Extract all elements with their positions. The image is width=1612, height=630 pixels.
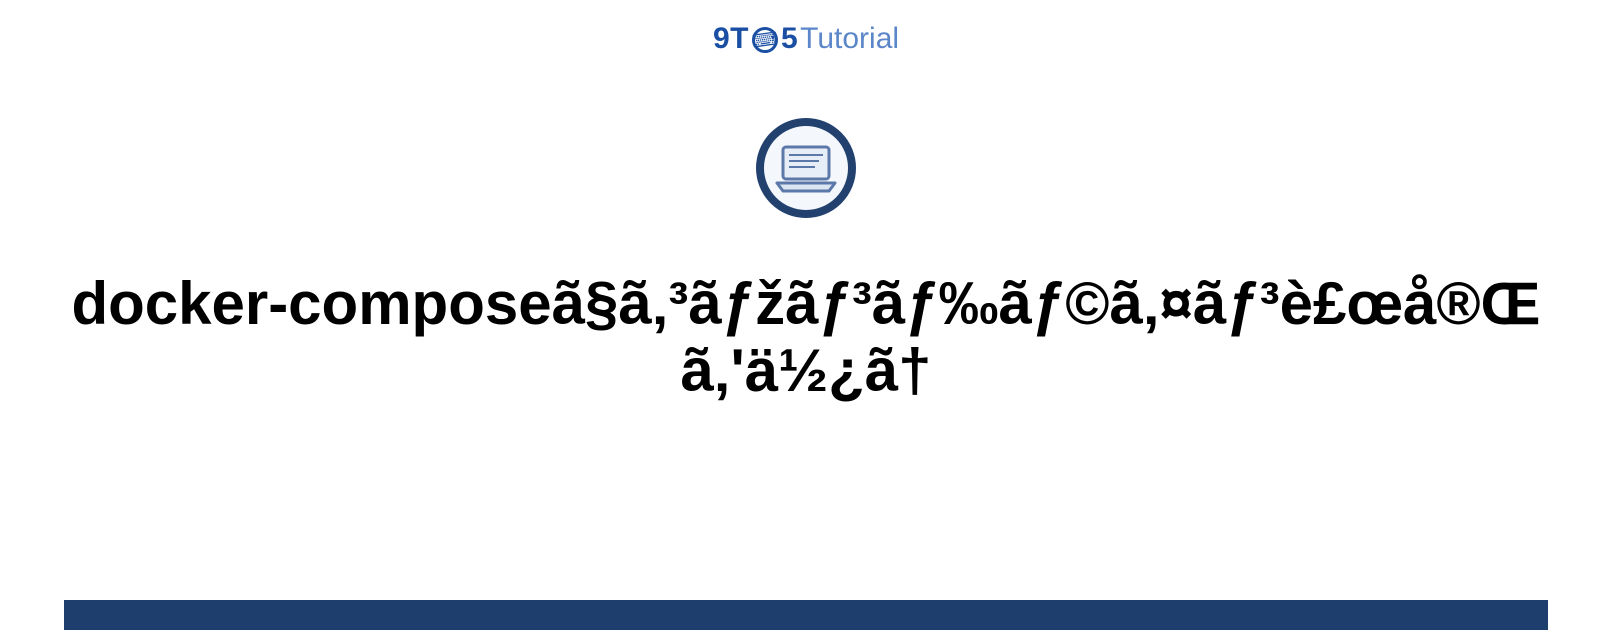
logo-part-5: 5	[781, 22, 798, 56]
page-root: 9T ⌨ 5 Tutorial docker-composeã§ã‚³ãƒžãƒ…	[0, 0, 1612, 630]
logo-part-tutorial: Tutorial	[800, 22, 899, 56]
site-logo: 9T ⌨ 5 Tutorial	[713, 22, 899, 56]
article-title: docker-composeã§ã‚³ãƒžãƒ³ãƒ‰ãƒ©ã‚¤ãƒ³è£œ…	[0, 270, 1612, 404]
logo-keyboard-icon: ⌨	[752, 27, 778, 53]
laptop-svg	[775, 143, 837, 193]
footer-divider	[64, 600, 1548, 630]
laptop-icon	[756, 118, 856, 218]
logo-part-9t: 9T	[713, 22, 749, 56]
